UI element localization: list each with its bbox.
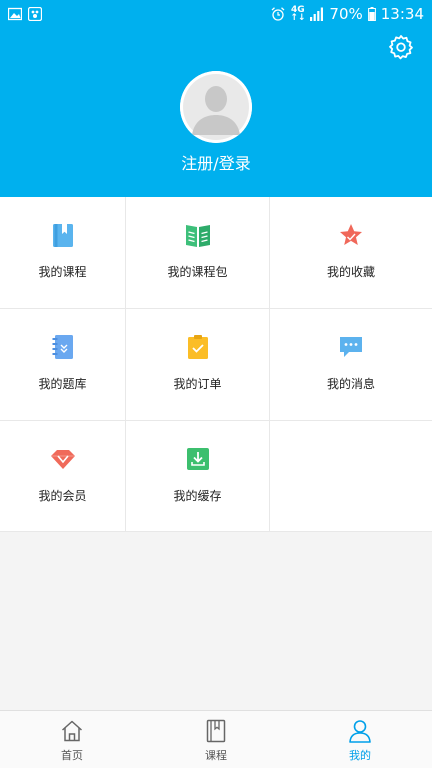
status-bar: 4G ↑↓ 70% 13:34 (0, 0, 432, 28)
menu-item-my-membership[interactable]: 我的会员 (0, 421, 126, 532)
question-bank-icon (52, 335, 73, 359)
menu-item-label: 我的缓存 (173, 489, 222, 503)
network-arrows: ↑↓ (290, 13, 306, 23)
avatar[interactable] (180, 71, 252, 143)
menu-item-label: 我的课程 (38, 265, 87, 279)
empty-grid-cell (270, 421, 432, 532)
menu-item-label: 我的课程包 (167, 265, 228, 279)
user-icon (349, 720, 371, 743)
menu-item-my-favorites[interactable]: 我的收藏 (270, 197, 432, 309)
menu-item-label: 我的消息 (326, 377, 375, 391)
menu-item-label: 我的题库 (38, 377, 87, 391)
tab-mine[interactable]: 我的 (288, 711, 432, 768)
network-type: 4G ↑↓ (290, 6, 306, 23)
menu-item-my-orders[interactable]: 我的订单 (126, 309, 270, 421)
home-icon (61, 720, 83, 742)
default-avatar-icon (180, 71, 252, 143)
status-left (8, 7, 42, 21)
gallery-notification-icon (8, 7, 22, 21)
order-clipboard-icon (187, 335, 208, 359)
course-book-icon (52, 224, 73, 247)
battery-percent: 70% (329, 5, 363, 23)
alarm-icon (271, 7, 285, 21)
status-right: 4G ↑↓ 70% 13:34 (271, 5, 424, 23)
signal-icon (310, 7, 324, 21)
feature-grid: 我的课程 我的课程包 我的收藏 我的题库 我的订单 我的消息 我的会员 我的缓存 (0, 197, 432, 532)
tab-courses-label: 课程 (205, 749, 227, 762)
menu-item-my-question-bank[interactable]: 我的题库 (0, 309, 126, 421)
menu-item-label: 我的订单 (173, 377, 222, 391)
tab-courses[interactable]: 课程 (144, 711, 288, 768)
book-icon (206, 719, 226, 743)
register-login-link[interactable]: 注册/登录 (0, 150, 432, 174)
menu-item-my-messages[interactable]: 我的消息 (270, 309, 432, 421)
profile-header: 4G ↑↓ 70% 13:34 注册/登录 (0, 0, 432, 197)
menu-item-my-course-packages[interactable]: 我的课程包 (126, 197, 270, 309)
battery-icon (367, 7, 376, 21)
tab-mine-label: 我的 (349, 749, 371, 762)
clock: 13:34 (380, 5, 424, 23)
settings-gear-icon[interactable] (388, 34, 414, 60)
download-icon (186, 448, 209, 470)
star-icon (340, 224, 362, 245)
menu-item-label: 我的会员 (38, 489, 87, 503)
bottom-navigation: 首页 课程 我的 (0, 710, 432, 768)
tab-home-label: 首页 (61, 749, 83, 762)
menu-item-my-courses[interactable]: 我的课程 (0, 197, 126, 309)
diamond-icon (50, 450, 75, 469)
tab-home[interactable]: 首页 (0, 711, 144, 768)
course-package-icon (185, 225, 210, 247)
menu-item-my-downloads[interactable]: 我的缓存 (126, 421, 270, 532)
message-icon (340, 337, 362, 357)
app-notification-icon (28, 7, 42, 21)
menu-item-label: 我的收藏 (326, 265, 375, 279)
